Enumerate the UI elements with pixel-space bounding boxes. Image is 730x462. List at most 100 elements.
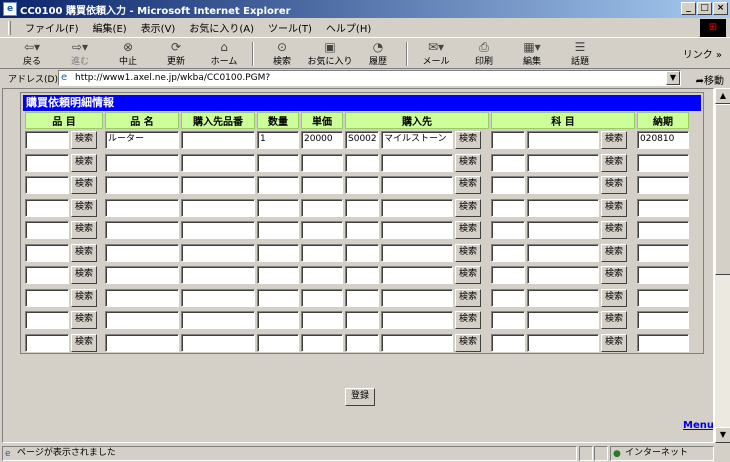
favorites-button[interactable]: ▣ お気に入り — [306, 40, 354, 67]
account-name-input[interactable] — [527, 243, 599, 262]
account-search-button[interactable]: 検索 — [601, 153, 628, 172]
forward-button[interactable]: ⇨▾ 進む — [56, 40, 104, 67]
back-button[interactable]: ⇦▾ 戻る — [8, 40, 56, 67]
account-code-input[interactable] — [491, 333, 525, 352]
unit-price-input[interactable] — [301, 176, 343, 195]
item-name-input[interactable] — [105, 198, 179, 217]
vendor-search-button[interactable]: 検索 — [455, 131, 482, 150]
go-button[interactable]: ➦移動 — [696, 72, 724, 87]
item-code-input[interactable] — [25, 176, 69, 195]
vertical-scrollbar[interactable]: ▲ ▼ — [714, 88, 730, 443]
close-button[interactable]: × — [713, 2, 728, 15]
account-name-input[interactable] — [527, 266, 599, 285]
vendor-part-input[interactable] — [181, 288, 255, 307]
vendor-part-input[interactable] — [181, 311, 255, 330]
menu-edit[interactable]: 編集(E) — [93, 20, 127, 35]
menu-tools[interactable]: ツール(T) — [268, 20, 312, 35]
item-name-input[interactable] — [105, 176, 179, 195]
quantity-input[interactable] — [257, 333, 299, 352]
vendor-part-input[interactable] — [181, 198, 255, 217]
item-code-input[interactable] — [25, 311, 69, 330]
item-search-button[interactable]: 検索 — [71, 198, 98, 217]
vendor-search-button[interactable]: 検索 — [455, 311, 482, 330]
account-name-input[interactable] — [527, 153, 599, 172]
vendor-part-input[interactable] — [181, 131, 255, 150]
vendor-part-input[interactable] — [181, 266, 255, 285]
vendor-search-button[interactable]: 検索 — [455, 333, 482, 352]
unit-price-input[interactable] — [301, 153, 343, 172]
due-date-input[interactable] — [637, 153, 689, 172]
item-code-input[interactable] — [25, 221, 69, 240]
account-code-input[interactable] — [491, 311, 525, 330]
quantity-input[interactable] — [257, 288, 299, 307]
scroll-up-icon[interactable]: ▲ — [715, 88, 730, 104]
vendor-code-input[interactable] — [345, 198, 379, 217]
account-search-button[interactable]: 検索 — [601, 221, 628, 240]
quantity-input[interactable]: 1 — [257, 131, 299, 150]
item-name-input[interactable] — [105, 266, 179, 285]
vendor-code-input[interactable] — [345, 153, 379, 172]
item-search-button[interactable]: 検索 — [71, 221, 98, 240]
vendor-search-button[interactable]: 検索 — [455, 153, 482, 172]
item-search-button[interactable]: 検索 — [71, 266, 98, 285]
unit-price-input[interactable] — [301, 333, 343, 352]
quantity-input[interactable] — [257, 243, 299, 262]
account-name-input[interactable] — [527, 221, 599, 240]
due-date-input[interactable] — [637, 266, 689, 285]
item-code-input[interactable] — [25, 333, 69, 352]
scroll-thumb[interactable] — [715, 104, 730, 275]
refresh-button[interactable]: ⟳ 更新 — [152, 40, 200, 67]
address-dropdown-button[interactable]: ▼ — [666, 71, 680, 85]
item-search-button[interactable]: 検索 — [71, 243, 98, 262]
item-search-button[interactable]: 検索 — [71, 288, 98, 307]
search-button[interactable]: ⊙ 検索 — [258, 40, 306, 67]
vendor-part-input[interactable] — [181, 153, 255, 172]
mail-button[interactable]: ✉▾ メール — [412, 40, 460, 67]
vendor-code-input[interactable] — [345, 288, 379, 307]
due-date-input[interactable] — [637, 221, 689, 240]
vendor-search-button[interactable]: 検索 — [455, 198, 482, 217]
item-name-input[interactable] — [105, 333, 179, 352]
vendor-search-button[interactable]: 検索 — [455, 266, 482, 285]
unit-price-input[interactable] — [301, 311, 343, 330]
account-search-button[interactable]: 検索 — [601, 176, 628, 195]
vendor-name-input[interactable] — [381, 288, 453, 307]
item-code-input[interactable] — [25, 153, 69, 172]
vendor-part-input[interactable] — [181, 333, 255, 352]
account-search-button[interactable]: 検索 — [601, 266, 628, 285]
item-name-input[interactable] — [105, 311, 179, 330]
address-input[interactable]: e http://www1.axel.ne.jp/wkba/CC0100.PGM… — [58, 70, 681, 86]
due-date-input[interactable] — [637, 176, 689, 195]
item-code-input[interactable] — [25, 266, 69, 285]
vendor-search-button[interactable]: 検索 — [455, 176, 482, 195]
item-name-input[interactable] — [105, 288, 179, 307]
unit-price-input[interactable] — [301, 243, 343, 262]
vendor-name-input[interactable] — [381, 176, 453, 195]
print-button[interactable]: ⎙ 印刷 — [460, 40, 508, 67]
minimize-button[interactable]: _ — [681, 2, 696, 15]
register-button[interactable]: 登録 — [345, 388, 375, 406]
menu-help[interactable]: ヘルプ(H) — [326, 20, 371, 35]
account-name-input[interactable] — [527, 131, 599, 150]
due-date-input[interactable] — [637, 198, 689, 217]
quantity-input[interactable] — [257, 198, 299, 217]
account-name-input[interactable] — [527, 198, 599, 217]
quantity-input[interactable] — [257, 176, 299, 195]
account-code-input[interactable] — [491, 176, 525, 195]
vendor-code-input[interactable] — [345, 311, 379, 330]
item-search-button[interactable]: 検索 — [71, 333, 98, 352]
account-name-input[interactable] — [527, 311, 599, 330]
vendor-search-button[interactable]: 検索 — [455, 221, 482, 240]
account-search-button[interactable]: 検索 — [601, 131, 628, 150]
edit-button[interactable]: ▦▾ 編集 — [508, 40, 556, 67]
account-code-input[interactable] — [491, 243, 525, 262]
due-date-input[interactable] — [637, 243, 689, 262]
item-search-button[interactable]: 検索 — [71, 176, 98, 195]
vendor-code-input[interactable] — [345, 243, 379, 262]
account-search-button[interactable]: 検索 — [601, 198, 628, 217]
vendor-name-input[interactable] — [381, 198, 453, 217]
due-date-input[interactable] — [637, 288, 689, 307]
quantity-input[interactable] — [257, 153, 299, 172]
menu-link[interactable]: Menu — [683, 420, 713, 431]
vendor-search-button[interactable]: 検索 — [455, 288, 482, 307]
